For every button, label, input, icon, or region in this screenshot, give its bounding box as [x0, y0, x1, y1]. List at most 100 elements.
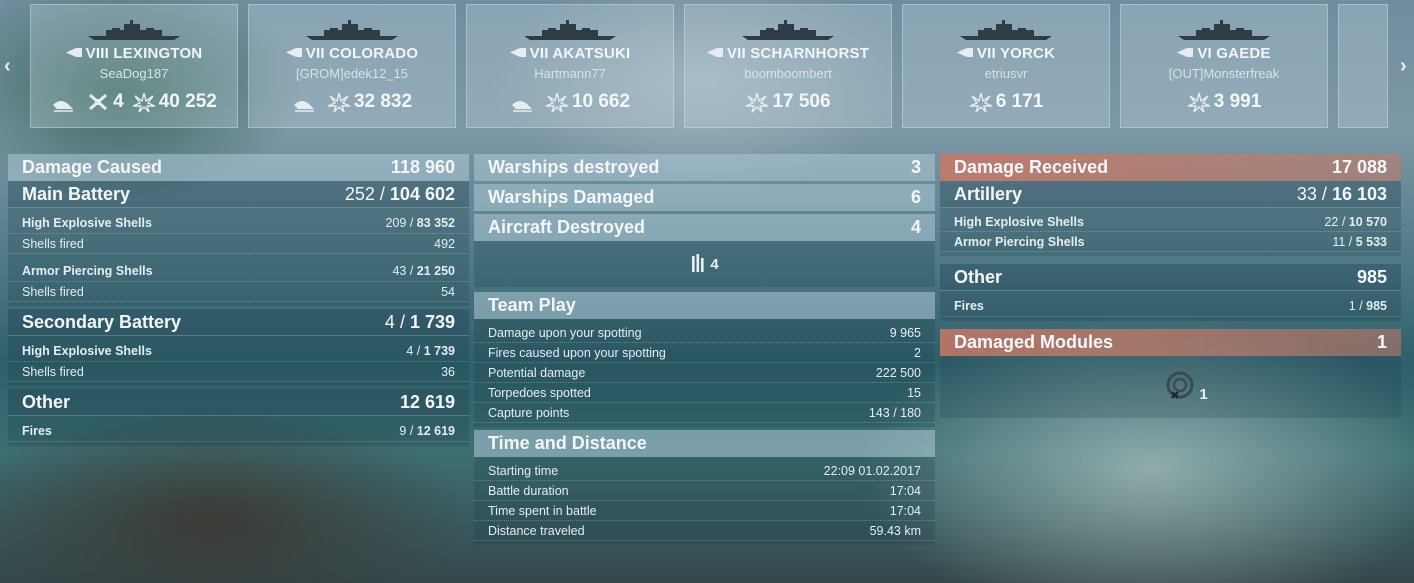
- ship-tier: VII: [305, 45, 325, 62]
- stat-label: Fires caused upon your spotting: [488, 345, 666, 360]
- damage-caused-panel: Damage Caused 118 960 Main Battery 252 /…: [8, 154, 469, 446]
- main-ap-fired-row: Shells fired 54: [8, 282, 469, 302]
- ship-name-text: AKATSUKI: [552, 45, 631, 62]
- other-header: Other 12 619: [8, 389, 469, 416]
- card-stats: 4 40 252: [31, 91, 237, 113]
- sec-he-fired-label: Shells fired: [22, 364, 84, 379]
- ship-card-lexington[interactable]: VIII LEXINGTON SeaDog187 4 40 252: [30, 4, 238, 128]
- team-play-list: Damage upon your spotting 9 965 Fires caus…: [474, 319, 935, 427]
- player-name: [OUT]Monsterfreak: [1168, 66, 1280, 81]
- cruiser-class-icon: [956, 45, 977, 62]
- ship-name-text: GAEDE: [1216, 45, 1271, 62]
- sec-he-row: High Explosive Shells 4 / 1 739: [8, 340, 469, 362]
- damage-caused-header: Damage Caused 118 960: [8, 154, 469, 181]
- battleship-class-icon: [706, 45, 727, 62]
- main-battery-header: Main Battery 252 / 104 602: [8, 181, 469, 208]
- card-stat-value: 17 506: [772, 91, 831, 112]
- torpedo-hit-icon: [51, 91, 75, 113]
- carousel-next-arrow[interactable]: ›: [1400, 55, 1407, 78]
- ship-name: VII COLORADO: [249, 45, 455, 62]
- card-stat-value: 32 832: [353, 91, 413, 112]
- player-name: [GROM]edek12_15: [295, 66, 408, 81]
- recv-other-label: Other: [954, 266, 1003, 287]
- main-ap-fired-label: Shells fired: [22, 284, 84, 299]
- ship-silhouette-icon: [742, 20, 834, 40]
- ship-card-partial[interactable]: [1338, 4, 1388, 128]
- card-stat: 40 252: [132, 91, 217, 113]
- ship-tier: VII: [976, 45, 996, 62]
- destroyer-class-icon: [509, 45, 530, 62]
- stat-label: Starting time: [488, 463, 559, 478]
- card-stat-value: 10 662: [571, 91, 631, 112]
- ship-card-gaede[interactable]: VI GAEDE [OUT]Monsterfreak 3 991: [1120, 4, 1328, 128]
- ship-card-scharnhorst[interactable]: VII SCHARNHORST boomboombert 17 506: [684, 4, 892, 128]
- stat-label: Capture points: [488, 405, 570, 420]
- stat-row: Battle duration 17:04: [474, 481, 935, 501]
- stat-label: Damage upon your spotting: [488, 325, 642, 340]
- main-he-row: High Explosive Shells 209 / 83 352: [8, 212, 469, 234]
- aircraft-icon-area: 4: [474, 241, 935, 287]
- recv-other-details: Fires 1 / 985: [940, 291, 1401, 321]
- ship-name: VII YORCK: [903, 45, 1109, 62]
- main-battery-value: 252 / 104 602: [344, 183, 455, 204]
- main-ap-fired-value: 54: [441, 284, 455, 299]
- ship-card-akatsuki[interactable]: VII AKATSUKI Hartmann77 10 662: [466, 4, 674, 128]
- player-name: SeaDog187: [99, 66, 169, 81]
- stat-value: 9 965: [889, 325, 921, 340]
- stat-value: 222 500: [875, 365, 921, 380]
- carousel-prev-arrow[interactable]: ‹: [4, 55, 11, 78]
- secondary-battery-value: 4 / 1 739: [384, 311, 455, 332]
- stat-value: 143 / 180: [868, 405, 921, 420]
- ship-card-yorck[interactable]: VII YORCK etriusvr 6 171: [902, 4, 1110, 128]
- artillery-header: Artillery 33 / 16 103: [940, 181, 1401, 208]
- secondary-battery-details: High Explosive Shells 4 / 1 739 Shells f…: [8, 336, 469, 386]
- stat-value: 17:04: [889, 483, 921, 498]
- damage-received-value: 17 088: [1331, 157, 1387, 177]
- stat-label: Potential damage: [488, 365, 586, 380]
- ship-card-colorado[interactable]: VII COLORADO [GROM]edek12_15 32 832: [248, 4, 456, 128]
- recv-other-value: 985: [1356, 266, 1387, 287]
- aircraft-destroyed-value: 4: [910, 217, 921, 237]
- time-distance-list: Starting time 22:09 01.02.2017 Battle dura…: [474, 457, 935, 545]
- main-ap-row: Armor Piercing Shells 43 / 21 250: [8, 260, 469, 282]
- stat-row: Starting time 22:09 01.02.2017: [474, 461, 935, 481]
- stat-label: Torpedoes spotted: [488, 385, 591, 400]
- stat-row: Potential damage 222 500: [474, 363, 935, 383]
- ship-tier: VII: [726, 45, 746, 62]
- damaged-module-icon: [1166, 371, 1194, 399]
- damage-received-header: Damage Received 17 088: [940, 154, 1401, 181]
- main-ap-label: Armor Piercing Shells: [22, 263, 153, 278]
- warships-destroyed-row: Warships destroyed 3: [474, 154, 935, 181]
- main-he-fired-row: Shells fired 492: [8, 234, 469, 254]
- stat-row: Fires caused upon your spotting 2: [474, 343, 935, 363]
- fires-row: Fires 9 / 12 619: [8, 420, 469, 442]
- ship-name: VII AKATSUKI: [467, 45, 673, 62]
- card-stat-value: 40 252: [158, 91, 217, 112]
- ship-silhouette-icon: [524, 20, 616, 40]
- warships-destroyed-value: 3: [910, 157, 921, 177]
- card-stats: 3 991: [1121, 91, 1327, 113]
- card-stat: [51, 91, 78, 113]
- carrier-class-icon: [65, 45, 86, 62]
- battleship-class-icon: [285, 45, 306, 62]
- warships-damaged-value: 6: [910, 187, 921, 207]
- card-stat: [510, 91, 537, 113]
- card-stats: 17 506: [685, 91, 891, 113]
- ship-name-text: YORCK: [999, 45, 1056, 62]
- time-distance-header: Time and Distance: [474, 430, 935, 457]
- card-stat: 32 832: [327, 91, 412, 113]
- sec-he-label: High Explosive Shells: [22, 343, 152, 358]
- main-battery-label: Main Battery: [22, 183, 131, 204]
- stat-row: Damage upon your spotting 9 965: [474, 323, 935, 343]
- stat-row: Capture points 143 / 180: [474, 403, 935, 423]
- warships-destroyed-label: Warships destroyed: [488, 157, 660, 177]
- secondary-battery-label: Secondary Battery: [22, 311, 182, 332]
- stat-value: 15: [907, 385, 921, 400]
- warships-damaged-label: Warships Damaged: [488, 187, 655, 207]
- damage-icon: [327, 91, 351, 113]
- battle-results-panel: Warships destroyed 3 Warships Damaged 6 …: [474, 154, 935, 545]
- secondary-battery-header: Secondary Battery 4 / 1 739: [8, 309, 469, 336]
- torpedo-hit-icon: [510, 91, 534, 113]
- sec-he-value: 4 / 1 739: [406, 343, 455, 358]
- other-value: 12 619: [399, 391, 455, 412]
